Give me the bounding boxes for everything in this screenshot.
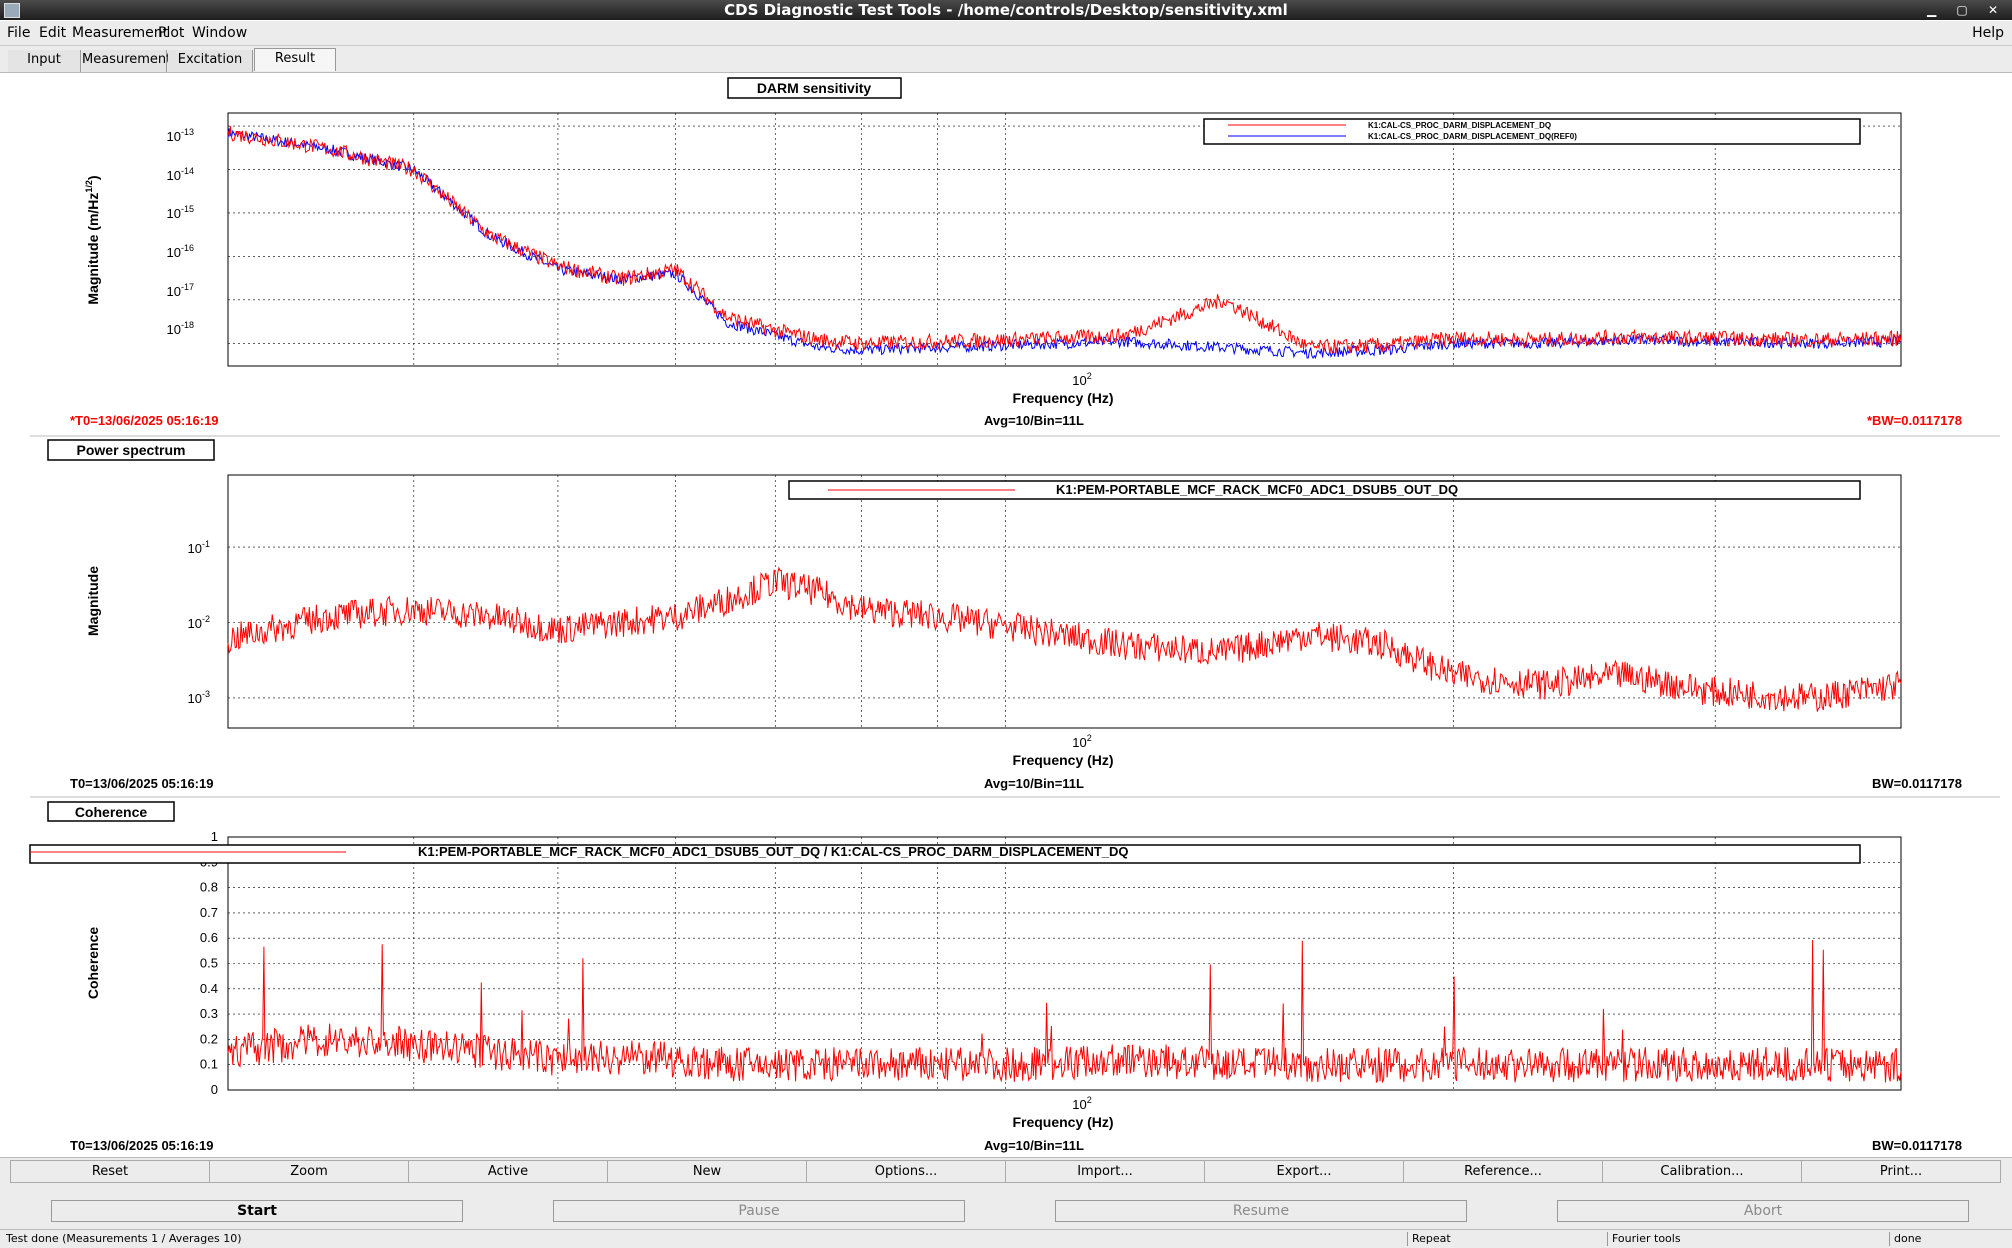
x-axis-label: Frequency (Hz) bbox=[1012, 1114, 1113, 1130]
tab-bar: Input Measurement Excitation Result bbox=[0, 46, 2012, 73]
panel-coherence: Coherence 10.90.80.70.60.50.40.30.20.10 … bbox=[29, 801, 1962, 1153]
plot-frame bbox=[227, 112, 1902, 367]
menu-measurement[interactable]: Measurement bbox=[72, 25, 168, 41]
status-state: done bbox=[1894, 1232, 1922, 1245]
zoom-button[interactable]: Zoom bbox=[209, 1160, 409, 1183]
panel-title: Power spectrum bbox=[77, 442, 186, 458]
legend-entry: K1:PEM-PORTABLE_MCF_RACK_MCF0_ADC1_DSUB5… bbox=[1056, 482, 1458, 497]
reference-button[interactable]: Reference... bbox=[1403, 1160, 1603, 1183]
menu-file[interactable]: File bbox=[7, 25, 30, 41]
app-icon bbox=[4, 3, 20, 18]
y-tick-label: 0.4 bbox=[200, 981, 218, 996]
abort-button[interactable]: Abort bbox=[1557, 1200, 1969, 1222]
menu-help[interactable]: Help bbox=[1972, 25, 2004, 41]
y-tick-labels: 10-1 10-2 10-3 bbox=[188, 539, 210, 706]
tab-excitation[interactable]: Excitation bbox=[168, 50, 253, 72]
y-tick-label: 0.7 bbox=[200, 905, 218, 920]
y-tick-label: 0 bbox=[211, 1082, 218, 1097]
panel-power-spectrum: Power spectrum 10-1 10-2 10-3 102 Freque… bbox=[30, 439, 2000, 798]
t0-label: T0=13/06/2025 05:16:19 bbox=[70, 1138, 213, 1153]
x-axis-label: Frequency (Hz) bbox=[1012, 752, 1113, 768]
measurement-controls: Start Pause Resume Abort bbox=[0, 1184, 2012, 1229]
legend-entry: K1:CAL-CS_PROC_DARM_DISPLACEMENT_DQ bbox=[1368, 121, 1551, 130]
panel-darm-sensitivity: DARM sensitivity 10-13 10-14 10-15 10-16… bbox=[30, 75, 2012, 437]
window-title: CDS Diagnostic Test Tools - /home/contro… bbox=[724, 1, 1288, 19]
active-button[interactable]: Active bbox=[408, 1160, 608, 1183]
y-tick-labels: 10.90.80.70.60.50.40.30.20.10 bbox=[200, 829, 218, 1097]
legend[interactable]: K1:PEM-PORTABLE_MCF_RACK_MCF0_ADC1_DSUB5… bbox=[29, 844, 1861, 864]
calibration-button[interactable]: Calibration... bbox=[1602, 1160, 1802, 1183]
start-button[interactable]: Start bbox=[51, 1200, 463, 1222]
panel-title: Coherence bbox=[75, 804, 148, 820]
y-tick-label: 10-2 bbox=[188, 614, 210, 631]
y-tick-label: 1 bbox=[211, 829, 218, 844]
y-tick-label: 0.1 bbox=[200, 1057, 218, 1072]
tab-input[interactable]: Input bbox=[8, 50, 81, 72]
new-button[interactable]: New bbox=[607, 1160, 807, 1183]
y-axis-label: Magnitude (m/Hz1/2) bbox=[84, 175, 101, 304]
t0-label: *T0=13/06/2025 05:16:19 bbox=[70, 413, 219, 428]
plots-canvas[interactable]: DARM sensitivity 10-13 10-14 10-15 10-16… bbox=[0, 73, 2012, 1153]
y-axis-label: Coherence bbox=[85, 927, 101, 1000]
legend[interactable]: K1:CAL-CS_PROC_DARM_DISPLACEMENT_DQ K1:C… bbox=[1203, 118, 1861, 145]
tab-result[interactable]: Result bbox=[254, 48, 336, 71]
bandwidth-label: BW=0.0117178 bbox=[1872, 1138, 1962, 1153]
status-repeat: Repeat bbox=[1412, 1232, 1451, 1245]
y-tick-label: 0.3 bbox=[200, 1006, 218, 1021]
legend[interactable]: K1:PEM-PORTABLE_MCF_RACK_MCF0_ADC1_DSUB5… bbox=[788, 480, 1861, 500]
options-button[interactable]: Options... bbox=[806, 1160, 1006, 1183]
y-tick-label: 10-1 bbox=[188, 539, 210, 556]
x-axis-label: Frequency (Hz) bbox=[1012, 390, 1113, 406]
menu-bar: File Edit Measurement Plot Window Help bbox=[0, 21, 2012, 46]
print-button[interactable]: Print... bbox=[1801, 1160, 2001, 1183]
y-tick-label: 10-3 bbox=[188, 689, 210, 706]
plot-toolbar: Reset Zoom Active New Options... Import.… bbox=[0, 1157, 2012, 1184]
menu-plot[interactable]: Plot bbox=[158, 25, 184, 41]
reset-button[interactable]: Reset bbox=[10, 1160, 210, 1183]
y-tick-label: 0.8 bbox=[200, 880, 218, 895]
menu-window[interactable]: Window bbox=[192, 25, 247, 41]
status-fourier-tools: Fourier tools bbox=[1612, 1232, 1681, 1245]
window-titlebar: CDS Diagnostic Test Tools - /home/contro… bbox=[0, 0, 2012, 20]
x-tick-label: 102 bbox=[1072, 733, 1091, 750]
y-axis-label: Magnitude bbox=[85, 566, 101, 636]
import-button[interactable]: Import... bbox=[1005, 1160, 1205, 1183]
menu-edit[interactable]: Edit bbox=[39, 25, 66, 41]
legend-entry: K1:CAL-CS_PROC_DARM_DISPLACEMENT_DQ(REF0… bbox=[1368, 132, 1577, 141]
x-tick-label: 102 bbox=[1072, 1095, 1091, 1112]
resume-button[interactable]: Resume bbox=[1055, 1200, 1467, 1222]
y-tick-label: 0.2 bbox=[200, 1031, 218, 1046]
y-tick-label: 0.5 bbox=[200, 956, 218, 971]
avg-bin-label: Avg=10/Bin=11L bbox=[984, 776, 1084, 791]
plot-frame bbox=[227, 474, 1902, 729]
pause-button[interactable]: Pause bbox=[553, 1200, 965, 1222]
t0-label: T0=13/06/2025 05:16:19 bbox=[70, 776, 213, 791]
bandwidth-label: BW=0.0117178 bbox=[1872, 776, 1962, 791]
bandwidth-label: *BW=0.0117178 bbox=[1867, 413, 1962, 428]
status-message: Test done (Measurements 1 / Averages 10) bbox=[6, 1232, 242, 1245]
status-bar: Test done (Measurements 1 / Averages 10)… bbox=[0, 1229, 2012, 1248]
tab-measurement[interactable]: Measurement bbox=[82, 50, 171, 72]
legend-entry: K1:PEM-PORTABLE_MCF_RACK_MCF0_ADC1_DSUB5… bbox=[418, 844, 1129, 859]
panel-title: DARM sensitivity bbox=[757, 80, 872, 96]
avg-bin-label: Avg=10/Bin=11L bbox=[984, 1138, 1084, 1153]
export-button[interactable]: Export... bbox=[1204, 1160, 1404, 1183]
window-controls[interactable]: ▁ ▢ ✕ bbox=[1927, 0, 2006, 20]
avg-bin-label: Avg=10/Bin=11L bbox=[984, 413, 1084, 428]
y-tick-label: 0.6 bbox=[200, 930, 218, 945]
